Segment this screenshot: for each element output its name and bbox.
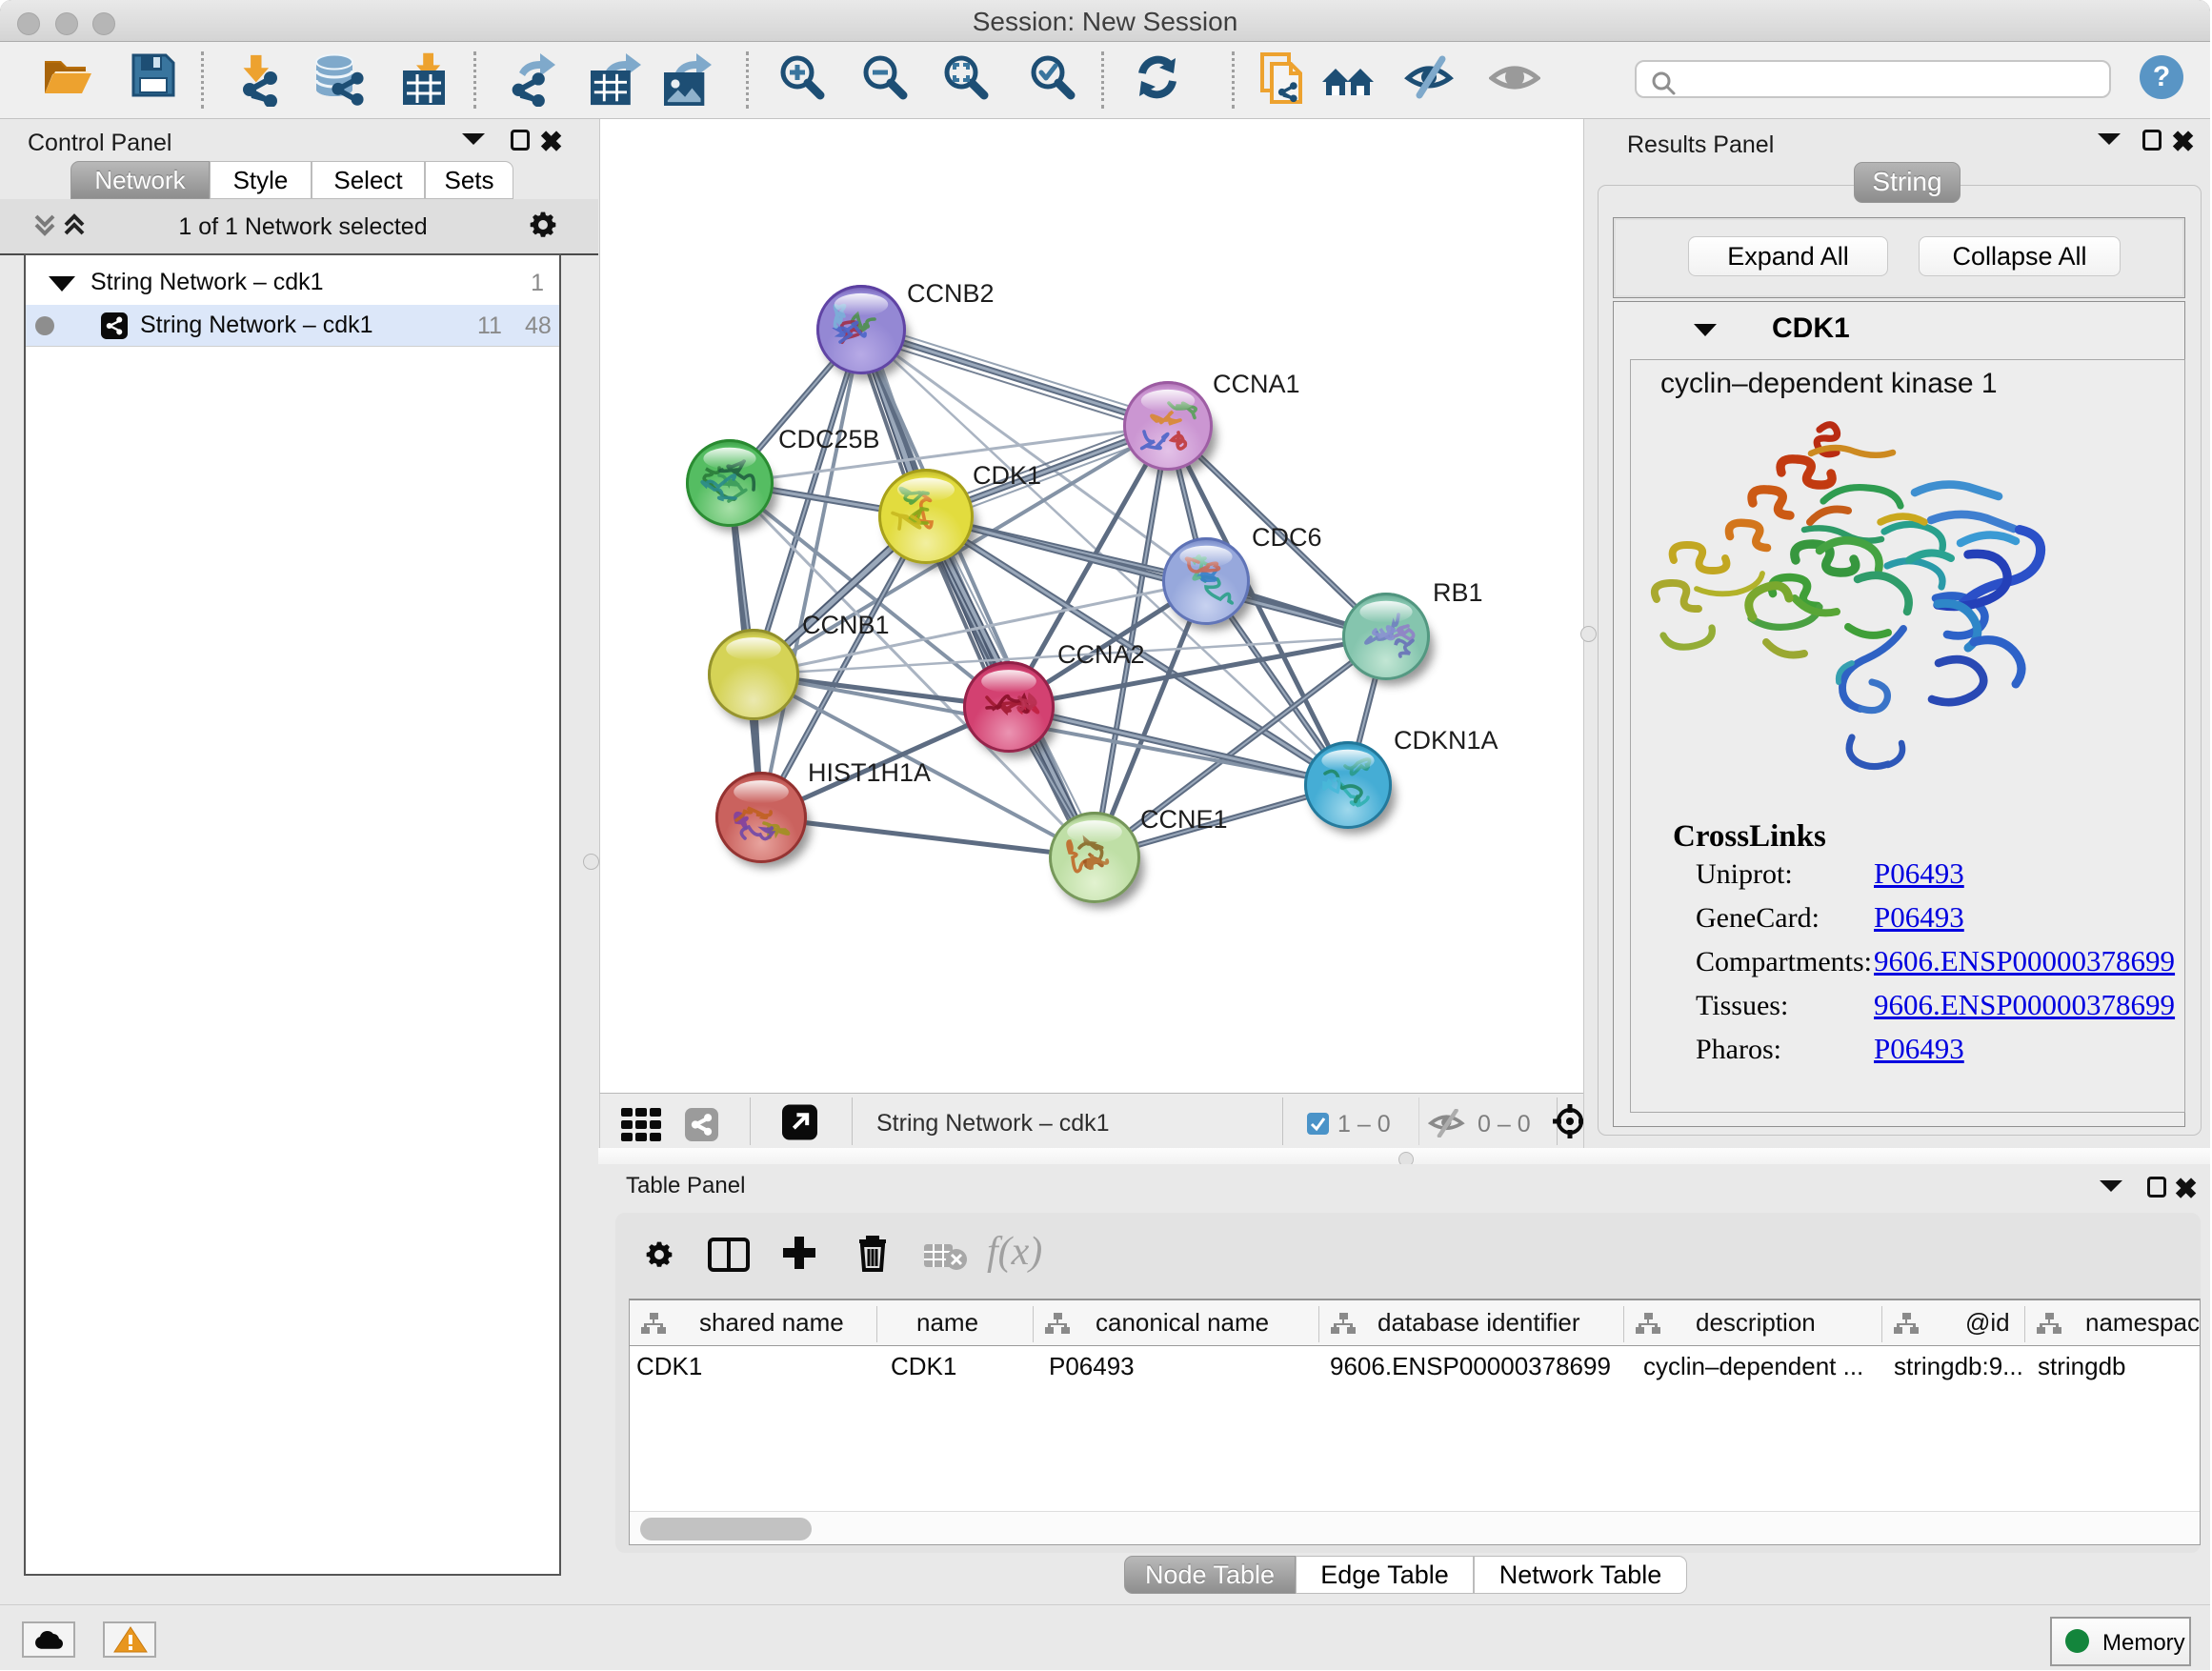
svg-text:CCNB1: CCNB1 [802,611,890,639]
svg-text:CDKN1A: CDKN1A [1394,726,1498,755]
svg-text:CDK1: CDK1 [973,461,1041,490]
svg-text:HIST1H1A: HIST1H1A [808,758,931,787]
svg-text:CCNE1: CCNE1 [1140,805,1228,834]
svg-text:CDC25B: CDC25B [778,425,880,453]
svg-text:CDC6: CDC6 [1252,523,1322,552]
svg-text:CCNA2: CCNA2 [1057,640,1145,669]
svg-text:CCNA1: CCNA1 [1213,370,1300,398]
svg-text:RB1: RB1 [1433,578,1483,607]
svg-text:CCNB2: CCNB2 [907,279,995,308]
